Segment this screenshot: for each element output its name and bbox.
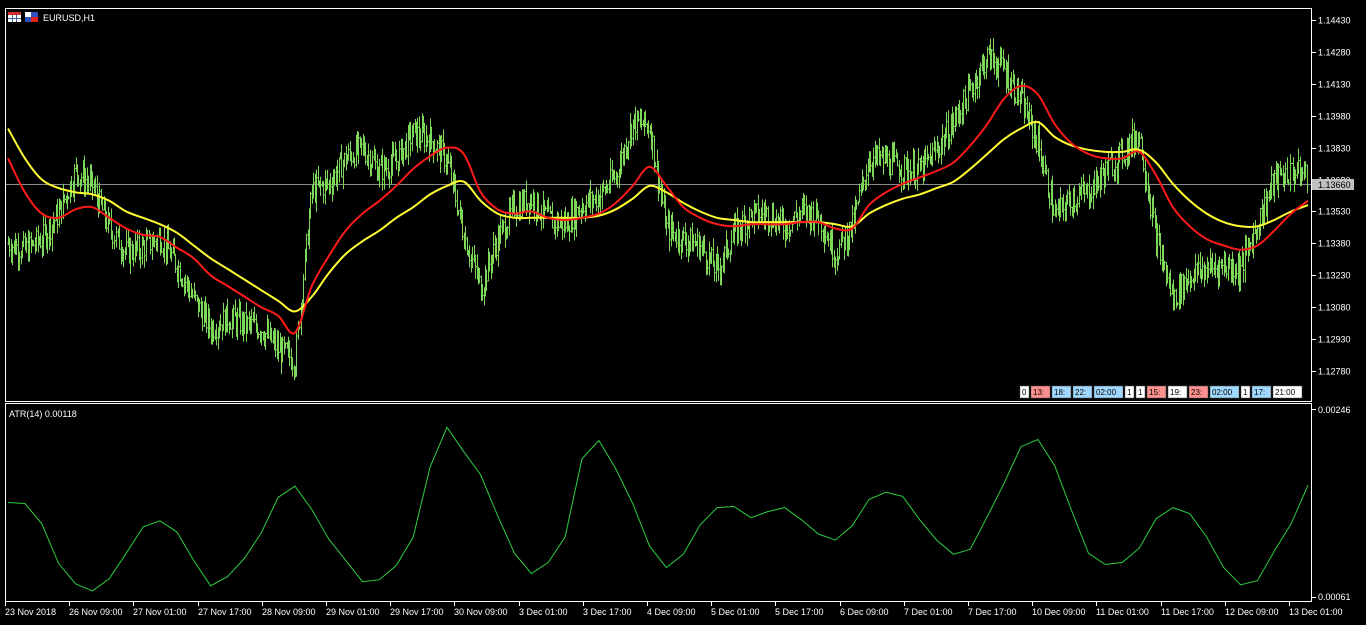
period-strip-label: 19: — [1170, 388, 1181, 397]
period-strip-label: 02:00 — [1096, 388, 1117, 397]
period-strip-label: 0 — [1022, 388, 1027, 397]
x-tick-label: 11 Dec 01:00 — [1096, 607, 1149, 617]
x-tick-label: 23 Nov 2018 — [5, 607, 56, 617]
atr-series-line — [7, 426, 1309, 592]
x-tick-label: 3 Dec 01:00 — [519, 607, 568, 617]
time-axis: 23 Nov 2018 26 Nov 09:00 27 Nov 01:00 27 No… — [5, 602, 1343, 617]
chart-canvas[interactable]: EURUSD,H1 ATR(14) 0.00118 1.14430 1.14280… — [0, 0, 1366, 625]
x-tick-label: 10 Dec 09:00 — [1032, 607, 1086, 617]
x-tick-label: 29 Nov 01:00 — [326, 607, 380, 617]
y-tick-label: 1.13080 — [1318, 303, 1351, 313]
main-panel-frame — [5, 8, 1312, 402]
y-tick-label: 1.13980 — [1318, 112, 1351, 122]
atr-indicator-title: ATR(14) 0.00118 — [9, 409, 77, 419]
atr-tick-label: 0.00061 — [1318, 592, 1351, 602]
x-tick-label: 29 Nov 17:00 — [390, 607, 444, 617]
x-tick-label: 27 Nov 01:00 — [133, 607, 187, 617]
period-strip-label: 22: — [1075, 388, 1086, 397]
x-tick-label: 30 Nov 09:00 — [454, 607, 508, 617]
x-tick-label: 28 Nov 09:00 — [262, 607, 316, 617]
period-strip-label: 1 — [1127, 388, 1132, 397]
x-tick-label: 5 Dec 01:00 — [711, 607, 760, 617]
chart-grid-icon — [8, 12, 21, 22]
period-strip-label: 15: — [1149, 388, 1160, 397]
y-tick-label: 1.13830 — [1318, 144, 1351, 154]
x-tick-label: 12 Dec 09:00 — [1225, 607, 1279, 617]
moving-average-lines — [7, 84, 1309, 335]
main-y-axis: 1.14430 1.14280 1.14130 1.13980 1.13830 1.136… — [1312, 16, 1351, 377]
period-strip-label: 1 — [1243, 388, 1248, 397]
period-strip-label: 02:00 — [1212, 388, 1233, 397]
x-tick-label: 7 Dec 17:00 — [968, 607, 1017, 617]
period-strip-label: 17: — [1254, 388, 1265, 397]
current-price-label: 1.13660 — [1318, 180, 1351, 190]
x-tick-label: 26 Nov 09:00 — [69, 607, 123, 617]
x-tick-label: 5 Dec 17:00 — [775, 607, 824, 617]
x-tick-label: 6 Dec 09:00 — [840, 607, 889, 617]
price-bars — [7, 38, 1309, 381]
y-tick-label: 1.14430 — [1318, 16, 1351, 26]
x-tick-label: 13 Dec 01:00 — [1289, 607, 1343, 617]
y-tick-label: 1.13230 — [1318, 271, 1351, 281]
y-tick-label: 1.14130 — [1318, 80, 1351, 90]
chart-symbol-title: EURUSD,H1 — [43, 13, 95, 23]
x-tick-label: 4 Dec 09:00 — [647, 607, 696, 617]
flag-icon — [25, 12, 38, 22]
x-tick-label: 27 Nov 17:00 — [198, 607, 252, 617]
atr-y-axis: 0.00246 0.00061 — [1312, 405, 1351, 602]
y-tick-label: 1.13380 — [1318, 239, 1351, 249]
period-strip-label: 21:00 — [1275, 388, 1296, 397]
fast-moving-average — [7, 84, 1309, 335]
period-separator-strip: 0 13: 18: 22: 02:00 1 1 15: 19: 23: 02:00 1 17: 21:00 — [1019, 385, 1303, 399]
atr-tick-label: 0.00246 — [1318, 405, 1351, 415]
period-strip-label: 23: — [1191, 388, 1202, 397]
x-tick-label: 11 Dec 17:00 — [1161, 607, 1214, 617]
period-strip-label: 18: — [1054, 388, 1065, 397]
y-tick-label: 1.13530 — [1318, 207, 1351, 217]
y-tick-label: 1.12930 — [1318, 335, 1351, 345]
y-tick-label: 1.14280 — [1318, 48, 1351, 58]
period-strip-label: 1 — [1138, 388, 1143, 397]
y-tick-label: 1.12780 — [1318, 367, 1351, 377]
x-tick-label: 3 Dec 17:00 — [583, 607, 632, 617]
atr-line — [7, 426, 1309, 592]
chart-window: EURUSD,H1 ATR(14) 0.00118 1.14430 1.14280… — [0, 0, 1366, 625]
current-price-box: 1.13660 — [1312, 179, 1354, 190]
x-tick-label: 7 Dec 01:00 — [904, 607, 953, 617]
period-strip-label: 13: — [1033, 388, 1044, 397]
